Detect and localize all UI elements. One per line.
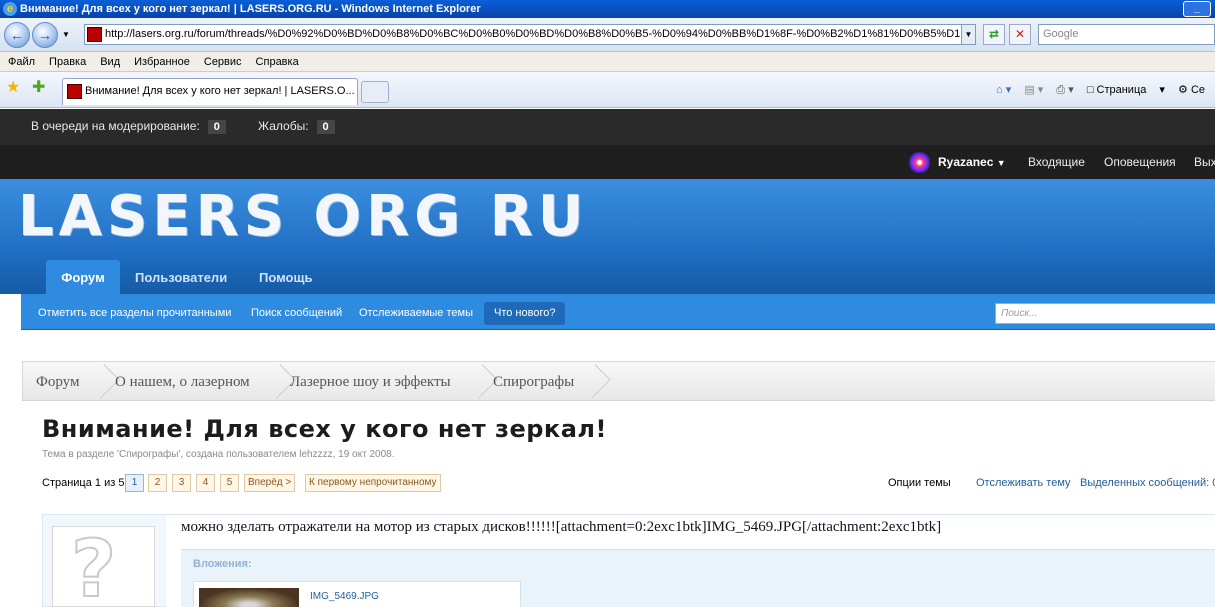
chevron-down-icon: ▼: [996, 158, 1006, 168]
attachments-label: Вложения:: [193, 558, 252, 570]
menu-tools[interactable]: Сервис: [197, 52, 249, 72]
selected-messages-link[interactable]: Выделенных сообщений: 0: [1080, 477, 1215, 489]
breadcrumb: Форум О нашем, о лазерном Лазерное шоу и…: [22, 361, 1215, 401]
page-2-link[interactable]: 2: [148, 474, 167, 492]
username: Ryazanec: [938, 155, 994, 169]
tools-menu-label: Се: [1190, 84, 1205, 96]
tab-favicon: [67, 84, 82, 99]
breadcrumb-subforum[interactable]: Спирографы: [493, 362, 574, 400]
new-tab-button[interactable]: [361, 81, 389, 103]
tab-title: Внимание! Для всех у кого нет зеркал! | …: [85, 85, 355, 97]
watch-thread-link[interactable]: Отслеживать тему: [976, 477, 1071, 489]
page-menu-label: Страница: [1096, 84, 1147, 96]
minimize-button[interactable]: _: [1183, 1, 1211, 17]
address-dropdown-icon[interactable]: ▼: [961, 25, 975, 44]
menu-file[interactable]: Файл: [0, 52, 42, 72]
post-message-text: можно зделать отражатели на мотор из ста…: [181, 519, 942, 535]
site-favicon: [87, 27, 102, 42]
print-icon[interactable]: ⎙ ▾: [1056, 80, 1073, 100]
breadcrumb-separator: [475, 362, 489, 400]
page-menu[interactable]: □ Страница ▾: [1087, 80, 1165, 100]
window-title: Внимание! Для всех у кого нет зеркал! | …: [20, 3, 481, 15]
logout-link[interactable]: Вых: [1194, 145, 1215, 179]
alerts-link[interactable]: Оповещения: [1104, 145, 1176, 179]
next-page-link[interactable]: Вперёд >: [244, 474, 296, 492]
menu-edit[interactable]: Правка: [42, 52, 93, 72]
nav-tab-forum[interactable]: Форум: [46, 260, 120, 294]
attachment-filename-link[interactable]: IMG_5469.JPG: [310, 591, 379, 602]
site-banner: LASERS ORG RU: [0, 179, 1215, 260]
thread-title: Внимание! Для всех у кого нет зеркал!: [42, 415, 607, 443]
default-avatar-icon: ?: [70, 526, 117, 607]
google-search-placeholder: Google: [1043, 28, 1079, 40]
home-icon[interactable]: ⌂ ▾: [996, 80, 1011, 100]
menu-bar: Файл Правка Вид Избранное Сервис Справка: [0, 52, 1215, 72]
page-4-link[interactable]: 4: [196, 474, 215, 492]
tools-menu[interactable]: ⚙ Се: [1178, 80, 1215, 100]
thread-meta: Тема в разделе 'Спирографы', создана пол…: [42, 449, 395, 460]
site-logo[interactable]: LASERS ORG RU: [18, 185, 588, 249]
moderator-bar: В очереди на модерирование: 0 Жалобы: 0: [0, 109, 1215, 145]
post-author-avatar[interactable]: ?: [52, 526, 155, 607]
address-text: http://lasers.org.ru/forum/threads/%D0%9…: [105, 28, 961, 40]
watched-threads-link[interactable]: Отслеживаемые темы: [359, 294, 473, 332]
nav-tab-members[interactable]: Пользователи: [135, 260, 227, 294]
breadcrumb-separator: [97, 362, 111, 400]
user-bar: Ryazanec ▼ Входящие Оповещения Вых: [0, 145, 1215, 179]
breadcrumb-forum[interactable]: Форум: [36, 362, 79, 400]
forum-search-input[interactable]: Поиск...: [995, 303, 1215, 324]
address-input[interactable]: http://lasers.org.ru/forum/threads/%D0%9…: [84, 24, 976, 45]
user-avatar-small[interactable]: [909, 152, 930, 173]
moderation-queue-link[interactable]: В очереди на модерирование: 0: [31, 119, 226, 134]
menu-view[interactable]: Вид: [93, 52, 127, 72]
thread-options-menu[interactable]: Опции темы: [888, 477, 951, 489]
breadcrumb-category[interactable]: О нашем, о лазерном: [115, 362, 250, 400]
page-1-link[interactable]: 1: [125, 474, 144, 492]
menu-help[interactable]: Справка: [249, 52, 306, 72]
reports-label: Жалобы:: [258, 119, 309, 133]
menu-favorites[interactable]: Избранное: [127, 52, 197, 72]
moderation-queue-label: В очереди на модерирование:: [31, 119, 200, 133]
moderation-queue-count: 0: [207, 120, 226, 134]
history-dropdown-icon[interactable]: ▼: [62, 30, 70, 39]
page-3-link[interactable]: 3: [172, 474, 191, 492]
feeds-icon[interactable]: ▤ ▾: [1024, 80, 1043, 100]
breadcrumb-separator: [273, 362, 287, 400]
window-title-bar: e Внимание! Для всех у кого нет зеркал! …: [0, 0, 1215, 18]
address-toolbar: ← → ▼ http://lasers.org.ru/forum/threads…: [0, 18, 1215, 52]
first-unread-link[interactable]: К первому непрочитанному: [305, 474, 441, 492]
google-search-input[interactable]: Google: [1038, 24, 1215, 45]
stop-button[interactable]: ✕: [1009, 24, 1031, 45]
back-button[interactable]: ←: [4, 22, 30, 48]
search-posts-link[interactable]: Поиск сообщений: [251, 294, 342, 332]
refresh-button[interactable]: ⇄: [983, 24, 1005, 45]
inbox-link[interactable]: Входящие: [1028, 145, 1085, 179]
tabs-bar: ★ ✚ Внимание! Для всех у кого нет зеркал…: [0, 72, 1215, 108]
add-favorite-icon[interactable]: ✚: [32, 80, 45, 96]
whats-new-link[interactable]: Что нового?: [484, 302, 566, 325]
reports-count: 0: [316, 120, 335, 134]
user-menu[interactable]: Ryazanec ▼: [938, 145, 1006, 180]
breadcrumb-separator: [588, 362, 602, 400]
page-5-link[interactable]: 5: [220, 474, 239, 492]
reports-link[interactable]: Жалобы: 0: [258, 119, 335, 134]
page-indicator: Страница 1 из 5: [42, 477, 125, 489]
sub-navigation: Отметить все разделы прочитанными Поиск …: [21, 294, 1215, 330]
browser-tab-active[interactable]: Внимание! Для всех у кого нет зеркал! | …: [62, 78, 358, 105]
favorites-star-icon[interactable]: ★: [6, 80, 20, 96]
main-navigation: Форум Пользователи Помощь: [0, 260, 1215, 294]
breadcrumb-section[interactable]: Лазерное шоу и эффекты: [290, 362, 451, 400]
command-bar: ⌂ ▾ ▤ ▾ ⎙ ▾ □ Страница ▾ ⚙ Се: [996, 80, 1215, 100]
nav-tab-help[interactable]: Помощь: [259, 260, 312, 294]
forum-search-placeholder: Поиск...: [1001, 308, 1038, 319]
mark-forums-read-link[interactable]: Отметить все разделы прочитанными: [38, 294, 231, 332]
forward-button[interactable]: →: [32, 22, 58, 48]
ie-logo-icon: e: [3, 2, 17, 16]
attachment-thumbnail[interactable]: [199, 588, 299, 607]
